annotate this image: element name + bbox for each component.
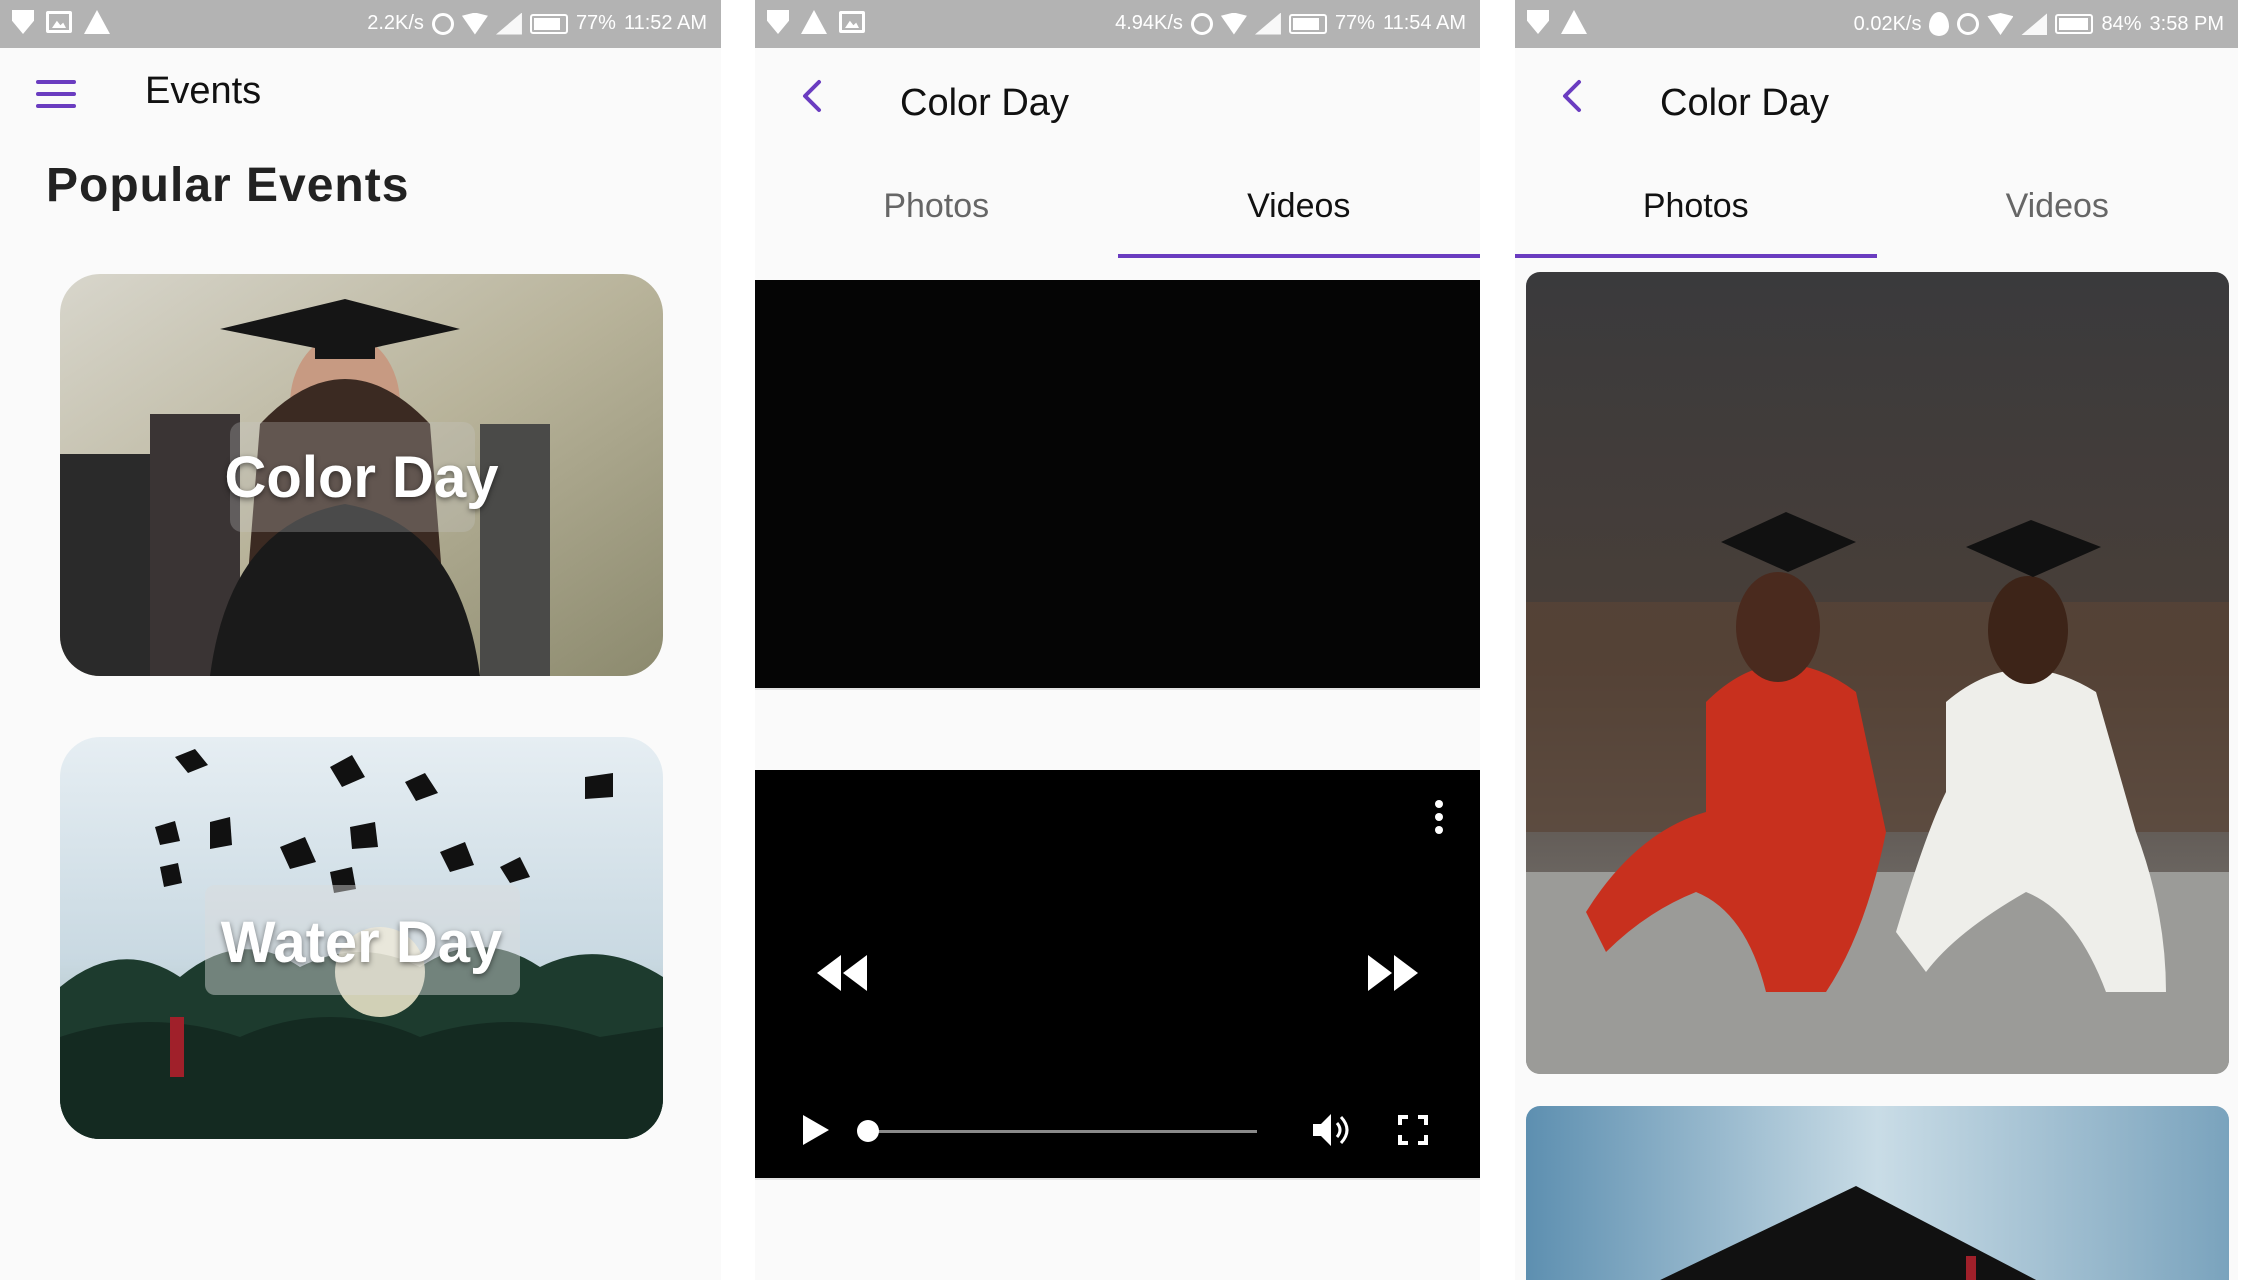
menu-icon[interactable] bbox=[36, 78, 76, 110]
clock: 11:54 AM bbox=[1382, 12, 1466, 34]
battery-saver-icon bbox=[1929, 12, 1950, 36]
battery-level: 77% bbox=[1334, 12, 1375, 34]
wifi-icon bbox=[461, 12, 488, 35]
event-photo bbox=[1526, 1106, 2229, 1280]
status-bar: 4.94K/s 77% 11:54 AM bbox=[755, 0, 1480, 48]
tab-photos[interactable]: Photos bbox=[1515, 158, 1877, 258]
shield-icon bbox=[767, 10, 789, 34]
alarm-icon bbox=[1190, 12, 1213, 35]
battery-icon bbox=[1288, 13, 1327, 34]
status-bar: 2.2K/s 77% 11:52 AM bbox=[0, 0, 721, 48]
back-arrow-icon[interactable] bbox=[1555, 78, 1591, 114]
color-day-videos-screen: 4.94K/s 77% 11:54 AM Color Day Photos Vi… bbox=[755, 0, 1480, 1280]
battery-icon bbox=[529, 13, 568, 34]
tab-bar: Photos Videos bbox=[1515, 158, 2238, 258]
signal-icon bbox=[1254, 12, 1281, 35]
image-icon bbox=[46, 11, 72, 33]
fullscreen-icon[interactable] bbox=[1398, 1115, 1428, 1145]
app-bar: Color Day bbox=[1515, 48, 2238, 144]
tab-bar: Photos Videos bbox=[755, 158, 1480, 258]
fast-forward-icon[interactable] bbox=[1368, 955, 1418, 991]
network-speed: 2.2K/s bbox=[367, 12, 424, 34]
seek-bar[interactable] bbox=[867, 1130, 1257, 1133]
page-title: Color Day bbox=[1660, 82, 1829, 124]
more-vert-icon[interactable] bbox=[1435, 800, 1443, 839]
warning-icon bbox=[1561, 10, 1587, 34]
tab-videos[interactable]: Videos bbox=[1877, 158, 2239, 258]
event-card-water-day[interactable]: Water Day bbox=[60, 737, 663, 1139]
color-day-photos-screen: 0.02K/s 84% 3:58 PM Color Day Photos Vid… bbox=[1515, 0, 2238, 1280]
battery-level: 84% bbox=[2101, 12, 2142, 35]
app-bar: Events bbox=[0, 48, 721, 144]
alarm-icon bbox=[431, 12, 454, 35]
tab-photos[interactable]: Photos bbox=[755, 158, 1118, 258]
events-screen: 2.2K/s 77% 11:52 AM Events Popular Event… bbox=[0, 0, 721, 1280]
photo-item[interactable] bbox=[1526, 1106, 2229, 1280]
event-label: Color Day bbox=[224, 445, 499, 510]
warning-icon bbox=[801, 10, 827, 34]
video-player-loading[interactable] bbox=[755, 280, 1480, 688]
photo-item[interactable] bbox=[1526, 272, 2229, 1074]
shield-icon bbox=[1527, 10, 1549, 34]
alarm-icon bbox=[1957, 13, 1980, 35]
network-speed: 4.94K/s bbox=[1115, 12, 1183, 34]
battery-level: 77% bbox=[575, 12, 616, 34]
volume-icon[interactable] bbox=[1313, 1112, 1353, 1148]
clock: 11:52 AM bbox=[623, 12, 707, 34]
app-bar: Color Day bbox=[755, 48, 1480, 144]
play-icon[interactable] bbox=[803, 1115, 829, 1145]
battery-icon bbox=[2055, 14, 2094, 34]
tab-videos[interactable]: Videos bbox=[1117, 158, 1481, 258]
event-photo bbox=[1526, 272, 2229, 1074]
signal-icon bbox=[495, 12, 522, 35]
signal-icon bbox=[2021, 13, 2048, 35]
warning-icon bbox=[84, 10, 110, 34]
divider bbox=[755, 1178, 1480, 1180]
wifi-icon bbox=[1220, 12, 1247, 35]
rewind-icon[interactable] bbox=[817, 955, 867, 991]
divider bbox=[755, 688, 1480, 690]
event-card-color-day[interactable]: Color Day bbox=[60, 274, 663, 676]
clock: 3:58 PM bbox=[2149, 12, 2224, 35]
page-title: Color Day bbox=[900, 82, 1069, 124]
back-arrow-icon[interactable] bbox=[795, 78, 831, 114]
status-bar: 0.02K/s 84% 3:58 PM bbox=[1515, 0, 2238, 48]
wifi-icon bbox=[1987, 13, 2014, 35]
seek-thumb[interactable] bbox=[857, 1120, 879, 1142]
image-icon bbox=[839, 11, 865, 33]
video-player[interactable] bbox=[755, 770, 1480, 1178]
section-title: Popular Events bbox=[46, 159, 410, 212]
shield-icon bbox=[12, 10, 34, 34]
page-title: Events bbox=[145, 70, 262, 112]
event-label: Water Day bbox=[220, 910, 503, 975]
network-speed: 0.02K/s bbox=[1853, 12, 1922, 35]
